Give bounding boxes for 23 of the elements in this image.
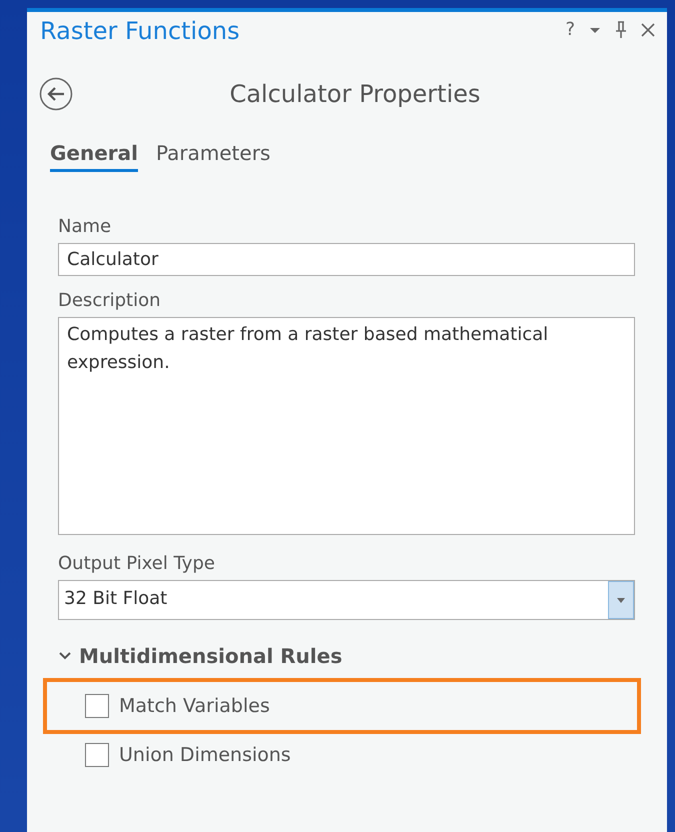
text-area[interactable]: Computes a raster from a raster based mathematical expression. — [58, 317, 635, 535]
dropdown-value: 32 Bit Float — [63, 587, 168, 611]
pin-icon[interactable] — [615, 20, 627, 38]
field-label: Description — [58, 290, 162, 311]
back-icon[interactable] — [39, 77, 73, 111]
chevron-icon[interactable] — [59, 652, 71, 660]
checkbox[interactable] — [85, 694, 109, 718]
dropdown-icon[interactable] — [589, 26, 601, 34]
close-icon[interactable] — [641, 22, 655, 36]
section-title: Multidimensional Rules — [79, 644, 342, 668]
caret-icon[interactable] — [617, 598, 625, 602]
tab[interactable]: General — [50, 141, 138, 172]
page-heading: Calculator Properties — [228, 80, 482, 108]
dropdown-field[interactable]: 32 Bit Float — [58, 580, 635, 620]
checkbox-label: Match Variables — [119, 695, 270, 717]
pane-title: Raster Functions — [40, 17, 240, 45]
help-button[interactable]: ? — [565, 19, 575, 40]
checkbox-label: Union Dimensions — [119, 744, 291, 766]
field-label: Name — [58, 216, 112, 237]
field-label: Output Pixel Type — [58, 553, 216, 574]
input-field[interactable]: Calculator — [58, 243, 635, 276]
tab[interactable]: Parameters — [156, 141, 270, 172]
checkbox[interactable] — [85, 743, 109, 767]
